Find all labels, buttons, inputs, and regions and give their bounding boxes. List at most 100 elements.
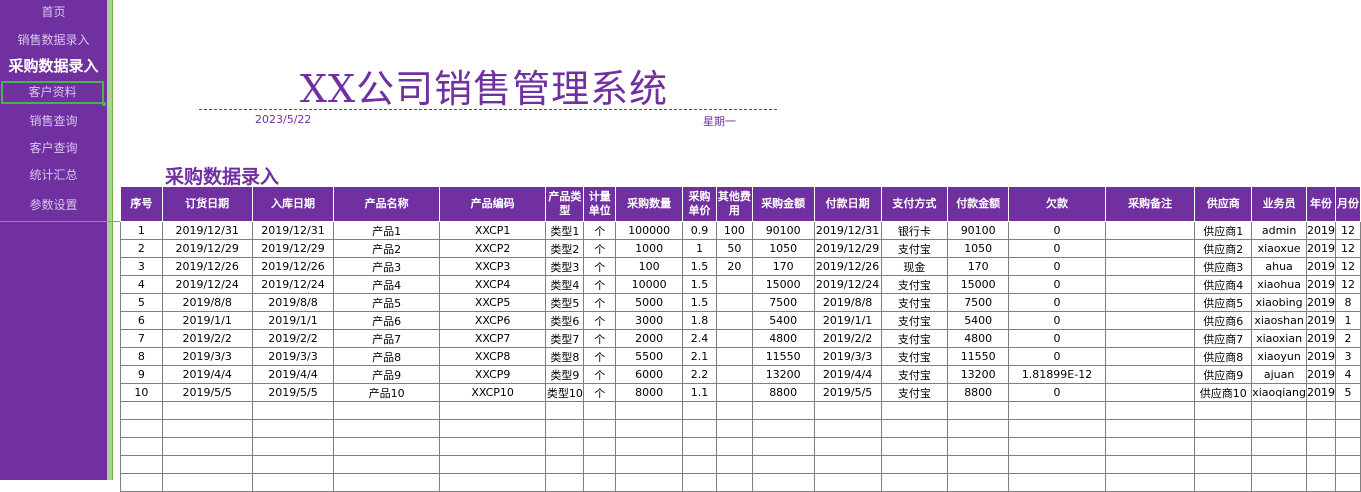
table-cell[interactable]: 2019 xyxy=(1305,239,1336,258)
nav-home[interactable]: 首页 xyxy=(0,4,107,20)
table-cell[interactable]: 10000 xyxy=(615,275,684,294)
table-cell[interactable] xyxy=(1104,221,1196,240)
column-header[interactable]: 支付方式 xyxy=(880,186,949,222)
table-cell[interactable] xyxy=(1104,239,1196,258)
column-header[interactable]: 年份 xyxy=(1305,186,1336,222)
table-cell[interactable]: 4 xyxy=(1334,365,1361,384)
column-header[interactable]: 采购备注 xyxy=(1104,186,1196,222)
table-cell[interactable] xyxy=(715,401,753,420)
table-cell[interactable] xyxy=(161,437,253,456)
column-header[interactable]: 欠款 xyxy=(1008,186,1106,222)
table-cell[interactable] xyxy=(1251,401,1307,420)
column-header[interactable]: 付款金额 xyxy=(947,186,1010,222)
table-cell[interactable]: 0 xyxy=(1008,347,1106,366)
table-cell[interactable]: 个 xyxy=(583,275,617,294)
table-cell[interactable]: 1.5 xyxy=(682,257,717,276)
table-cell[interactable] xyxy=(1194,455,1253,474)
table-cell[interactable]: 2019/2/2 xyxy=(251,329,335,348)
table-cell[interactable] xyxy=(1104,473,1196,492)
table-cell[interactable] xyxy=(682,401,717,420)
table-cell[interactable]: xiaobing xyxy=(1251,293,1307,312)
table-cell[interactable] xyxy=(545,401,585,420)
table-cell[interactable]: 2019/3/3 xyxy=(251,347,335,366)
table-cell[interactable]: 20 xyxy=(715,257,753,276)
table-cell[interactable]: 13200 xyxy=(947,365,1010,384)
table-cell[interactable] xyxy=(161,473,253,492)
table-cell[interactable]: xiaoshan xyxy=(1251,311,1307,330)
table-cell[interactable] xyxy=(682,437,717,456)
table-cell[interactable] xyxy=(615,473,684,492)
table-cell[interactable]: xiaoyun xyxy=(1251,347,1307,366)
table-cell[interactable]: 支付宝 xyxy=(880,329,949,348)
table-cell[interactable] xyxy=(1334,401,1361,420)
table-cell[interactable] xyxy=(880,401,949,420)
table-cell[interactable]: 2019/12/24 xyxy=(813,275,882,294)
table-cell[interactable]: 6000 xyxy=(615,365,684,384)
table-cell[interactable]: 供应商1 xyxy=(1194,221,1253,240)
table-cell[interactable]: 50 xyxy=(715,239,753,258)
table-cell[interactable]: 2019/12/26 xyxy=(161,257,253,276)
empty-row[interactable] xyxy=(120,473,1361,492)
nav-statistics[interactable]: 统计汇总 xyxy=(0,167,107,183)
table-cell[interactable]: 7 xyxy=(120,329,163,348)
table-row[interactable]: 9 2019/4/4 2019/4/4 产品9 XXCP9 类型9 个 6000 2.2 1320… xyxy=(120,365,1361,384)
table-cell[interactable] xyxy=(438,473,547,492)
table-cell[interactable] xyxy=(813,437,882,456)
table-cell[interactable] xyxy=(1194,419,1253,438)
table-cell[interactable]: 2019/12/29 xyxy=(813,239,882,258)
table-cell[interactable]: 2019/5/5 xyxy=(161,383,253,402)
table-cell[interactable] xyxy=(947,419,1010,438)
table-cell[interactable] xyxy=(880,437,949,456)
table-cell[interactable]: 供应商5 xyxy=(1194,293,1253,312)
table-cell[interactable]: 类型4 xyxy=(545,275,585,294)
table-cell[interactable]: 2019/12/26 xyxy=(813,257,882,276)
column-header[interactable]: 月份 xyxy=(1334,186,1361,222)
table-cell[interactable] xyxy=(1104,275,1196,294)
table-cell[interactable]: 2 xyxy=(1334,329,1361,348)
table-cell[interactable]: 8800 xyxy=(947,383,1010,402)
column-header[interactable]: 采购单价 xyxy=(682,186,717,222)
table-cell[interactable]: 2019/4/4 xyxy=(161,365,253,384)
table-cell[interactable] xyxy=(1194,437,1253,456)
table-cell[interactable]: 100 xyxy=(615,257,684,276)
table-cell[interactable]: 2019/12/31 xyxy=(813,221,882,240)
table-cell[interactable] xyxy=(715,383,753,402)
table-cell[interactable]: 3000 xyxy=(615,311,684,330)
table-cell[interactable]: 4 xyxy=(120,275,163,294)
table-cell[interactable]: xiaoxue xyxy=(1251,239,1307,258)
table-cell[interactable]: 2019/2/2 xyxy=(813,329,882,348)
table-cell[interactable]: 2019/12/31 xyxy=(251,221,335,240)
table-cell[interactable] xyxy=(1104,437,1196,456)
table-cell[interactable]: 3 xyxy=(120,257,163,276)
nav-customer-info[interactable]: 客户资料 xyxy=(1,81,106,106)
table-cell[interactable]: 2019/12/29 xyxy=(251,239,335,258)
table-row[interactable]: 8 2019/3/3 2019/3/3 产品8 XXCP8 类型8 个 5500 2.1 1155… xyxy=(120,347,1361,366)
table-cell[interactable] xyxy=(1305,401,1336,420)
table-cell[interactable]: 1.81899E-12 xyxy=(1008,365,1106,384)
table-cell[interactable]: 0 xyxy=(1008,257,1106,276)
table-cell[interactable] xyxy=(682,473,717,492)
table-cell[interactable] xyxy=(947,401,1010,420)
table-cell[interactable]: 支付宝 xyxy=(880,239,949,258)
table-cell[interactable]: 个 xyxy=(583,311,617,330)
empty-row[interactable] xyxy=(120,455,1361,474)
nav-customer-query[interactable]: 客户查询 xyxy=(0,140,107,156)
table-cell[interactable]: 2019/8/8 xyxy=(251,293,335,312)
nav-settings[interactable]: 参数设置 xyxy=(0,197,107,213)
table-cell[interactable] xyxy=(333,419,440,438)
table-cell[interactable] xyxy=(1194,401,1253,420)
table-cell[interactable]: 个 xyxy=(583,347,617,366)
table-cell[interactable] xyxy=(813,419,882,438)
table-cell[interactable]: 支付宝 xyxy=(880,293,949,312)
table-cell[interactable]: 12 xyxy=(1334,275,1361,294)
table-cell[interactable] xyxy=(333,473,440,492)
table-cell[interactable] xyxy=(715,275,753,294)
table-cell[interactable] xyxy=(715,365,753,384)
table-cell[interactable]: ajuan xyxy=(1251,365,1307,384)
table-cell[interactable] xyxy=(583,473,617,492)
table-cell[interactable]: 5 xyxy=(120,293,163,312)
table-cell[interactable]: 支付宝 xyxy=(880,365,949,384)
column-header[interactable]: 订货日期 xyxy=(161,186,253,222)
table-cell[interactable] xyxy=(1008,437,1106,456)
table-cell[interactable] xyxy=(1104,257,1196,276)
